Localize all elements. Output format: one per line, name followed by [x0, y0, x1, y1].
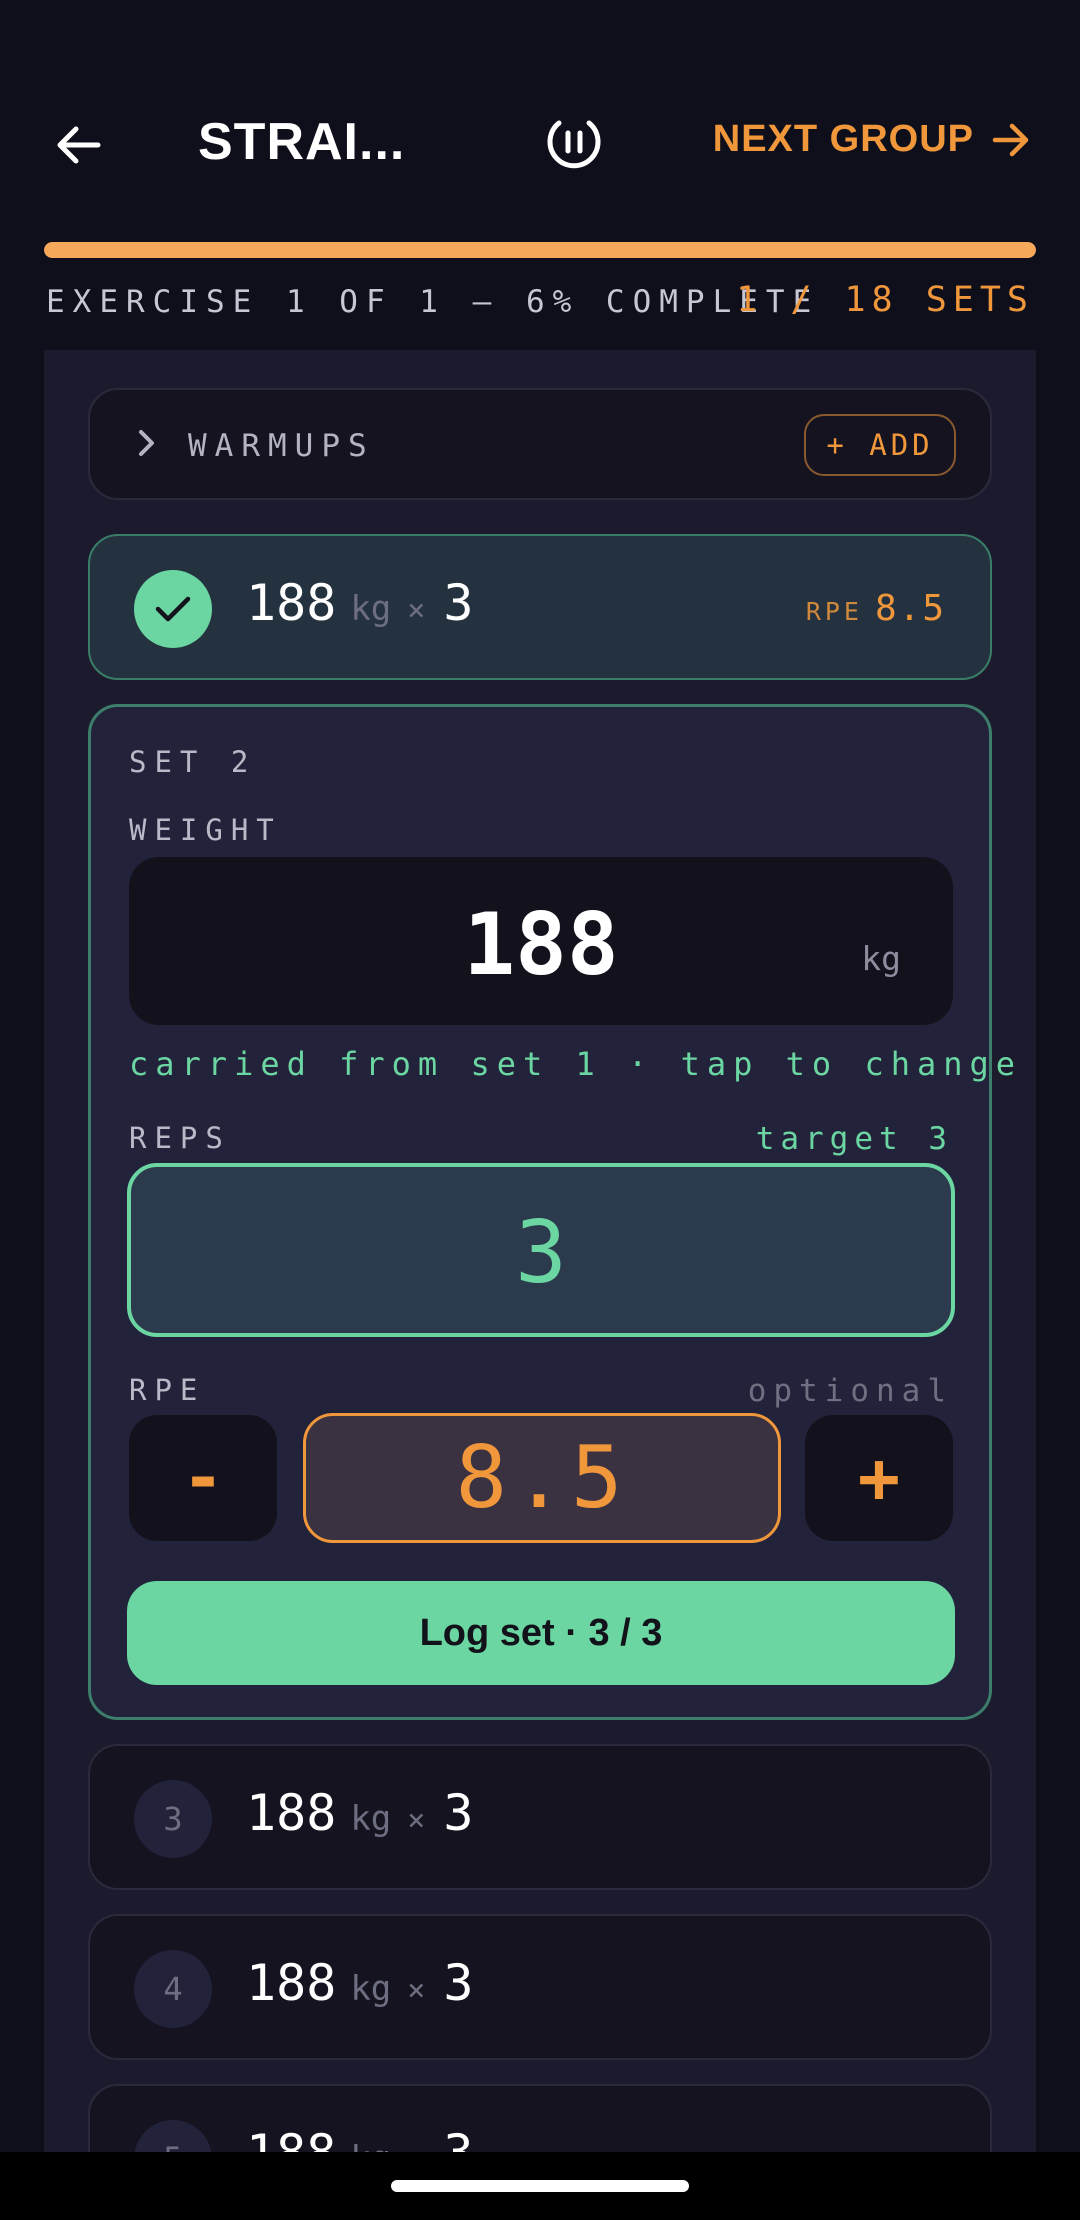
times-sign: ×: [407, 593, 426, 628]
set-number-badge: 3: [134, 1780, 212, 1858]
check-icon: [155, 596, 191, 622]
set-number-badge: 4: [134, 1950, 212, 2028]
times-sign: ×: [407, 1803, 426, 1838]
weight-label: WEIGHT: [129, 813, 282, 847]
progress-fill: [44, 242, 1036, 258]
rpe-label: RPE: [805, 597, 863, 626]
back-button[interactable]: [48, 115, 108, 175]
log-set-button[interactable]: Log set · 3 / 3: [127, 1581, 955, 1685]
set-reps: 3: [443, 1784, 474, 1842]
workout-title: STRAI...: [198, 113, 406, 171]
set-weight: 188: [246, 574, 337, 632]
set-reps: 3: [443, 1954, 474, 2012]
arrow-right-icon: [992, 123, 1029, 156]
times-sign: ×: [407, 1973, 426, 2008]
progress-label: EXERCISE 1 OF 1 — 6% COMPLETE: [46, 284, 820, 320]
rpe-increment-button[interactable]: +: [805, 1415, 953, 1541]
weight-unit: kg: [861, 939, 901, 978]
weight-value: 188: [463, 895, 619, 995]
sets-panel: WARMUPS + ADD 188 kg × 3 RPE 8.5 SET 2 W…: [44, 350, 1036, 2220]
workout-progress-bar: [44, 242, 1036, 258]
next-group-button[interactable]: NEXT GROUP: [713, 118, 1030, 161]
completed-set-row[interactable]: 188 kg × 3 RPE 8.5: [88, 534, 992, 680]
rpe-input[interactable]: 8.5: [303, 1413, 781, 1543]
rpe-value: 8.5: [874, 588, 946, 629]
pending-set-row[interactable]: 3 188 kg × 3: [88, 1744, 992, 1890]
warmups-label: WARMUPS: [188, 428, 375, 464]
warmups-row[interactable]: WARMUPS + ADD: [88, 388, 992, 500]
set-rpe: RPE 8.5: [806, 588, 946, 629]
rpe-field-label: RPE: [129, 1373, 206, 1407]
pending-set-row[interactable]: 4 188 kg × 3: [88, 1914, 992, 2060]
rpe-decrement-button[interactable]: -: [129, 1415, 277, 1541]
set-weight: 188: [246, 1784, 337, 1842]
next-group-label: NEXT GROUP: [712, 118, 974, 160]
arrow-left-icon: [57, 126, 101, 164]
sets-counter: 1 / 18 SETS: [736, 280, 1034, 320]
carried-note[interactable]: carried from set 1 · tap to change: [129, 1045, 1022, 1083]
completed-check: [134, 570, 212, 648]
chevron-right-icon: [139, 430, 154, 456]
set-summary: 188 kg × 3: [246, 1954, 473, 2012]
set-unit: kg: [350, 1969, 392, 2009]
active-set-card: SET 2 WEIGHT 188 kg carried from set 1 ·…: [88, 704, 1015, 1720]
home-indicator[interactable]: [391, 2180, 689, 2192]
reps-target: target 3: [755, 1121, 953, 1157]
reps-value: 3: [515, 1203, 567, 1303]
add-warmup-button[interactable]: + ADD: [804, 414, 956, 476]
reps-label: REPS: [129, 1121, 231, 1155]
pause-icon: [547, 120, 601, 169]
set-summary: 188 kg × 3: [246, 1784, 473, 1842]
set-weight: 188: [246, 1954, 337, 2012]
set-reps: 3: [443, 574, 474, 632]
set-unit: kg: [350, 1799, 392, 1839]
set-number-label: SET 2: [129, 745, 257, 779]
set-unit: kg: [350, 589, 392, 629]
top-bar: STRAI... NEXT GROUP EXERCISE 1 OF 1 — 6%…: [0, 0, 1080, 350]
system-navigation-bar: [0, 2152, 1080, 2220]
weight-input[interactable]: 188 kg: [129, 857, 953, 1025]
optional-label: optional: [747, 1373, 953, 1409]
reps-input[interactable]: 3: [127, 1163, 955, 1337]
pause-button[interactable]: [542, 112, 606, 176]
set-summary: 188 kg × 3: [246, 574, 473, 632]
